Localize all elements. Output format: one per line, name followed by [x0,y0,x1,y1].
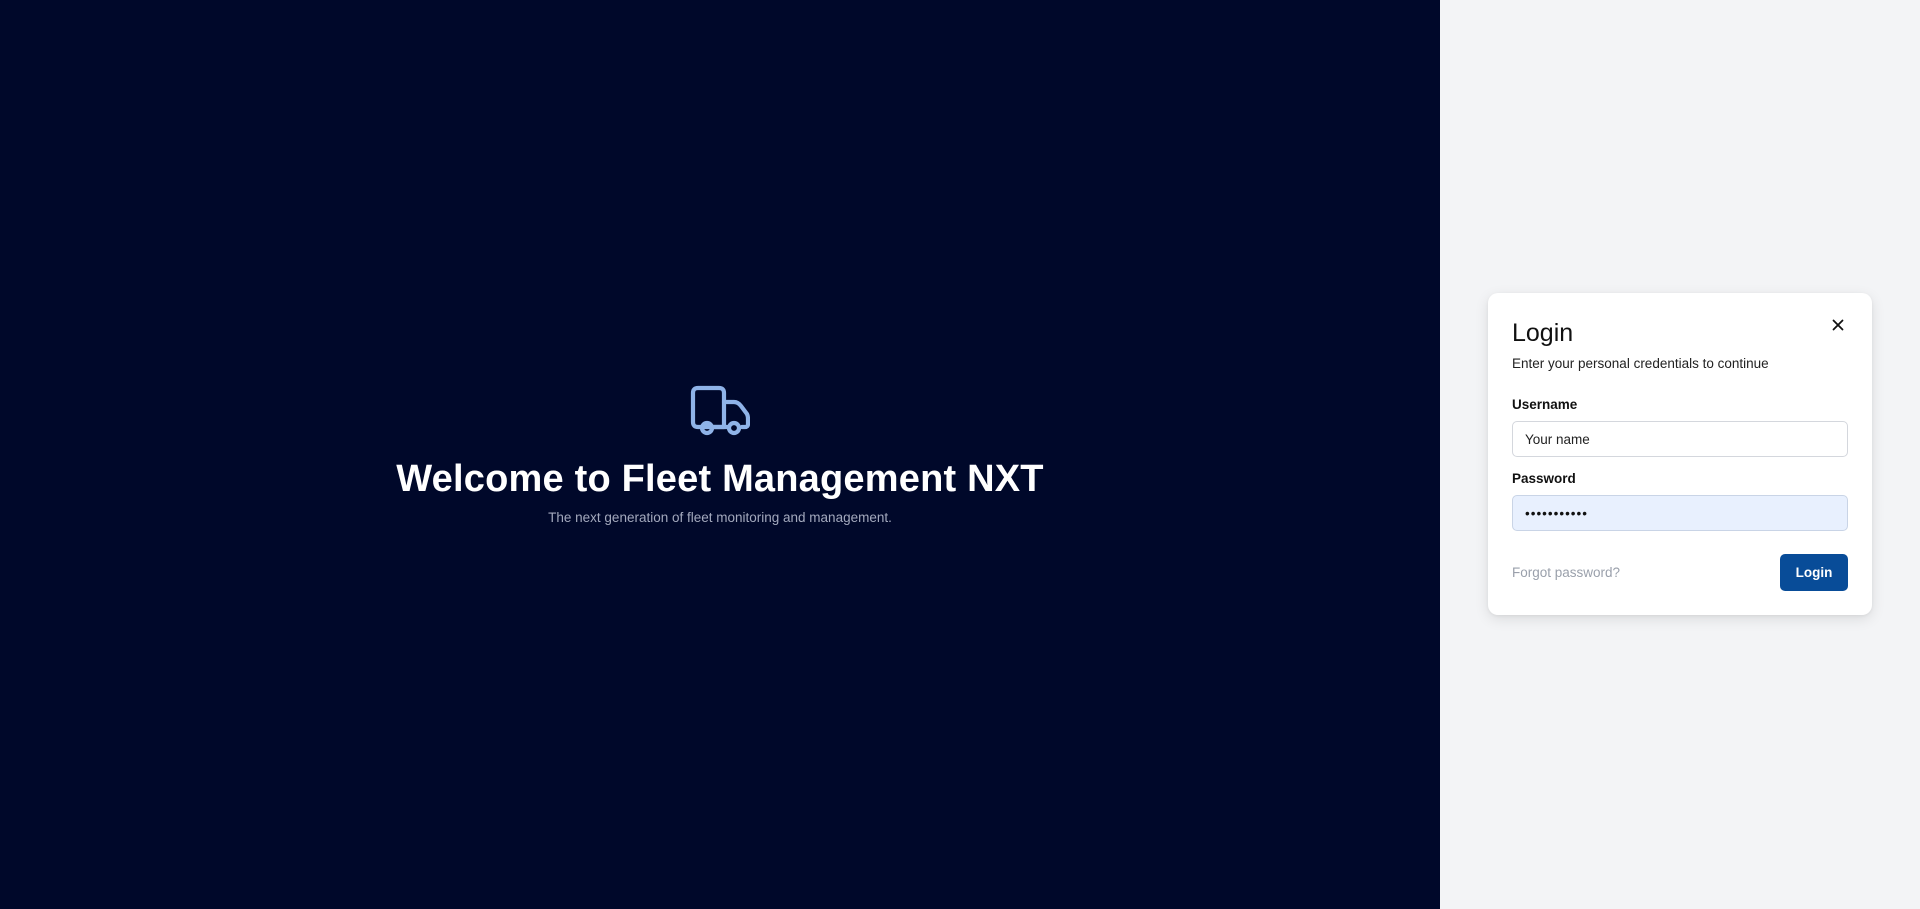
truck-icon [690,385,750,436]
username-label: Username [1512,397,1578,412]
close-icon [1832,319,1844,331]
username-input[interactable] [1512,421,1848,457]
welcome-title: Welcome to Fleet Management NXT [396,458,1044,500]
login-button[interactable]: Login [1780,554,1848,591]
password-input[interactable] [1512,495,1848,531]
forgot-password-link[interactable]: Forgot password? [1512,565,1620,580]
login-card: Login Enter your personal credentials to… [1488,293,1872,615]
password-label: Password [1512,471,1576,486]
close-button[interactable] [1826,313,1850,337]
welcome-subtitle: The next generation of fleet monitoring … [548,510,892,525]
welcome-hero: Welcome to Fleet Management NXT The next… [0,0,1440,909]
login-title: Login [1512,319,1574,347]
login-subtitle: Enter your personal credentials to conti… [1512,356,1769,371]
